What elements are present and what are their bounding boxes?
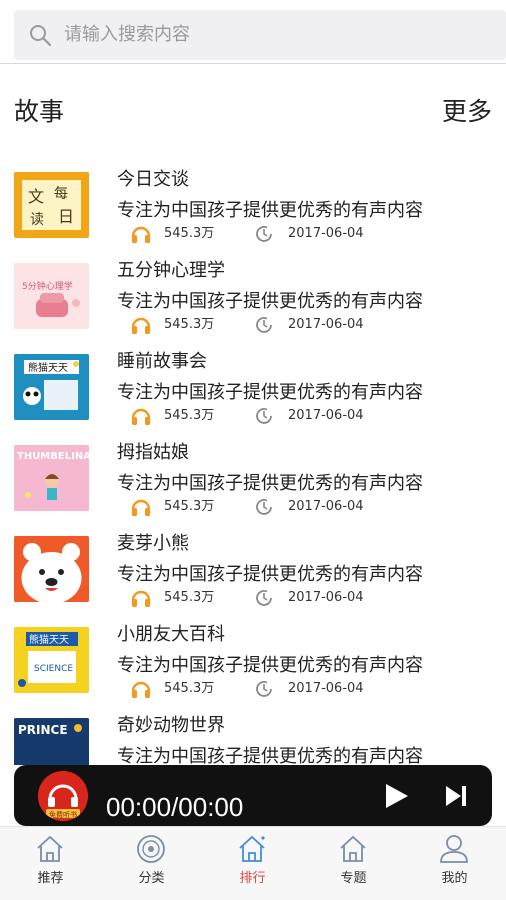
- cover-image: THUMBELINA: [14, 445, 89, 511]
- search-bar: 请输入搜索内容: [0, 0, 506, 64]
- item-title: 拇指姑娘: [117, 442, 189, 463]
- tab-recommend[interactable]: 推荐: [0, 827, 101, 900]
- clock-icon: [256, 499, 272, 515]
- tab-label: 排行: [239, 871, 266, 886]
- disc-icon: [137, 835, 165, 863]
- player-cover-label: 免费听书: [49, 810, 77, 819]
- headphones-icon: [131, 681, 151, 698]
- search-icon: [30, 25, 52, 47]
- item-desc: 专注为中国孩子提供更优秀的有声内容: [117, 655, 423, 676]
- list-item[interactable]: PRINCE 奇妙动物世界 专注为中国孩子提供更优秀的有声内容: [0, 708, 506, 765]
- svg-text:SCIENCE: SCIENCE: [34, 664, 73, 674]
- svg-text:PRINCE: PRINCE: [18, 723, 68, 737]
- list-item[interactable]: THUMBELINA 拇指姑娘 专注为中国孩子提供更优秀的有声内容 545.3万…: [0, 435, 506, 526]
- publish-date: 2017-06-04: [288, 499, 364, 514]
- play-count: 545.3万: [164, 590, 215, 605]
- search-input[interactable]: 请输入搜索内容: [14, 10, 506, 60]
- svg-text:THUMBELINA: THUMBELINA: [17, 451, 89, 462]
- next-track-icon[interactable]: [444, 784, 468, 808]
- headphones-icon: [131, 499, 151, 516]
- playback-time: 00:00/00:00: [106, 792, 244, 822]
- tab-label: 推荐: [37, 871, 64, 886]
- mini-player[interactable]: 免费听书 00:00/00:00: [14, 765, 492, 826]
- home-icon: [340, 835, 366, 862]
- section-title: 故事: [14, 97, 65, 126]
- cover-image: 5分钟心理学: [14, 263, 89, 329]
- publish-date: 2017-06-04: [288, 408, 364, 423]
- app-screen: { "search": { "placeholder": "请输入搜索内容" }…: [0, 0, 506, 900]
- list-item[interactable]: 熊猫天天 睡前故事会 专注为中国孩子提供更优秀的有声内容 545.3万 2017…: [0, 344, 506, 435]
- play-count: 545.3万: [164, 681, 215, 696]
- item-desc: 专注为中国孩子提供更优秀的有声内容: [117, 291, 423, 312]
- tab-label: 专题: [340, 871, 367, 886]
- player-cover[interactable]: 免费听书: [38, 771, 88, 821]
- headphones-icon: [131, 590, 151, 607]
- item-desc: 专注为中国孩子提供更优秀的有声内容: [117, 473, 423, 494]
- list-item[interactable]: 5分钟心理学 五分钟心理学 专注为中国孩子提供更优秀的有声内容 545.3万 2…: [0, 253, 506, 344]
- item-title: 奇妙动物世界: [117, 715, 225, 736]
- item-title: 五分钟心理学: [117, 260, 225, 281]
- cover-image: 熊猫天天: [14, 354, 89, 420]
- tab-label: 我的: [441, 871, 468, 886]
- play-icon[interactable]: [382, 782, 410, 810]
- cover-image: 熊猫天天 SCIENCE: [14, 627, 89, 693]
- publish-date: 2017-06-04: [288, 590, 364, 605]
- item-title: 小朋友大百科: [117, 624, 225, 645]
- bottom-tab-bar: 推荐 分类 排行 专题 我的: [0, 826, 506, 900]
- headphones-icon: [131, 317, 151, 334]
- svg-text:每: 每: [54, 186, 68, 202]
- clock-icon: [256, 408, 272, 424]
- tab-label: 分类: [138, 871, 165, 886]
- svg-text:熊猫天天: 熊猫天天: [29, 633, 69, 646]
- clock-icon: [256, 226, 272, 242]
- cover-image: 文 每 读 日: [14, 172, 89, 238]
- list-item[interactable]: 熊猫天天 SCIENCE 小朋友大百科 专注为中国孩子提供更优秀的有声内容 54…: [0, 617, 506, 708]
- home-icon: [239, 835, 265, 862]
- publish-date: 2017-06-04: [288, 317, 364, 332]
- headphones-icon: [131, 408, 151, 425]
- item-desc: 专注为中国孩子提供更优秀的有声内容: [117, 382, 423, 403]
- tab-topics[interactable]: 专题: [303, 827, 404, 900]
- cover-image: [14, 536, 89, 602]
- svg-text:读: 读: [30, 211, 44, 228]
- play-count: 545.3万: [164, 317, 215, 332]
- clock-icon: [256, 317, 272, 333]
- svg-text:日: 日: [58, 207, 74, 226]
- clock-icon: [256, 681, 272, 697]
- play-count: 545.3万: [164, 499, 215, 514]
- publish-date: 2017-06-04: [288, 226, 364, 241]
- home-icon: [37, 835, 63, 862]
- story-list: 文 每 读 日 今日交谈 专注为中国孩子提供更优秀的有声内容 545.3万 20…: [0, 162, 506, 765]
- cover-image: PRINCE: [14, 718, 89, 765]
- tab-category[interactable]: 分类: [101, 827, 202, 900]
- list-item[interactable]: 文 每 读 日 今日交谈 专注为中国孩子提供更优秀的有声内容 545.3万 20…: [0, 162, 506, 253]
- item-desc: 专注为中国孩子提供更优秀的有声内容: [117, 746, 423, 765]
- publish-date: 2017-06-04: [288, 681, 364, 696]
- item-desc: 专注为中国孩子提供更优秀的有声内容: [117, 200, 423, 221]
- tab-mine[interactable]: 我的: [404, 827, 505, 900]
- svg-text:熊猫天天: 熊猫天天: [28, 361, 68, 374]
- list-item[interactable]: 麦芽小熊 专注为中国孩子提供更优秀的有声内容 545.3万 2017-06-04: [0, 526, 506, 617]
- more-link[interactable]: 更多: [442, 97, 492, 127]
- item-desc: 专注为中国孩子提供更优秀的有声内容: [117, 564, 423, 585]
- clock-icon: [256, 590, 272, 606]
- search-placeholder: 请输入搜索内容: [64, 24, 190, 45]
- user-icon: [440, 835, 468, 863]
- tab-ranking[interactable]: 排行: [202, 827, 303, 900]
- play-count: 545.3万: [164, 226, 215, 241]
- item-title: 睡前故事会: [117, 351, 207, 372]
- item-title: 麦芽小熊: [117, 533, 189, 554]
- cover-text: 文: [28, 187, 44, 206]
- svg-text:5分钟心理学: 5分钟心理学: [22, 280, 73, 292]
- item-title: 今日交谈: [117, 169, 189, 190]
- headphones-icon: [131, 226, 151, 243]
- play-count: 545.3万: [164, 408, 215, 423]
